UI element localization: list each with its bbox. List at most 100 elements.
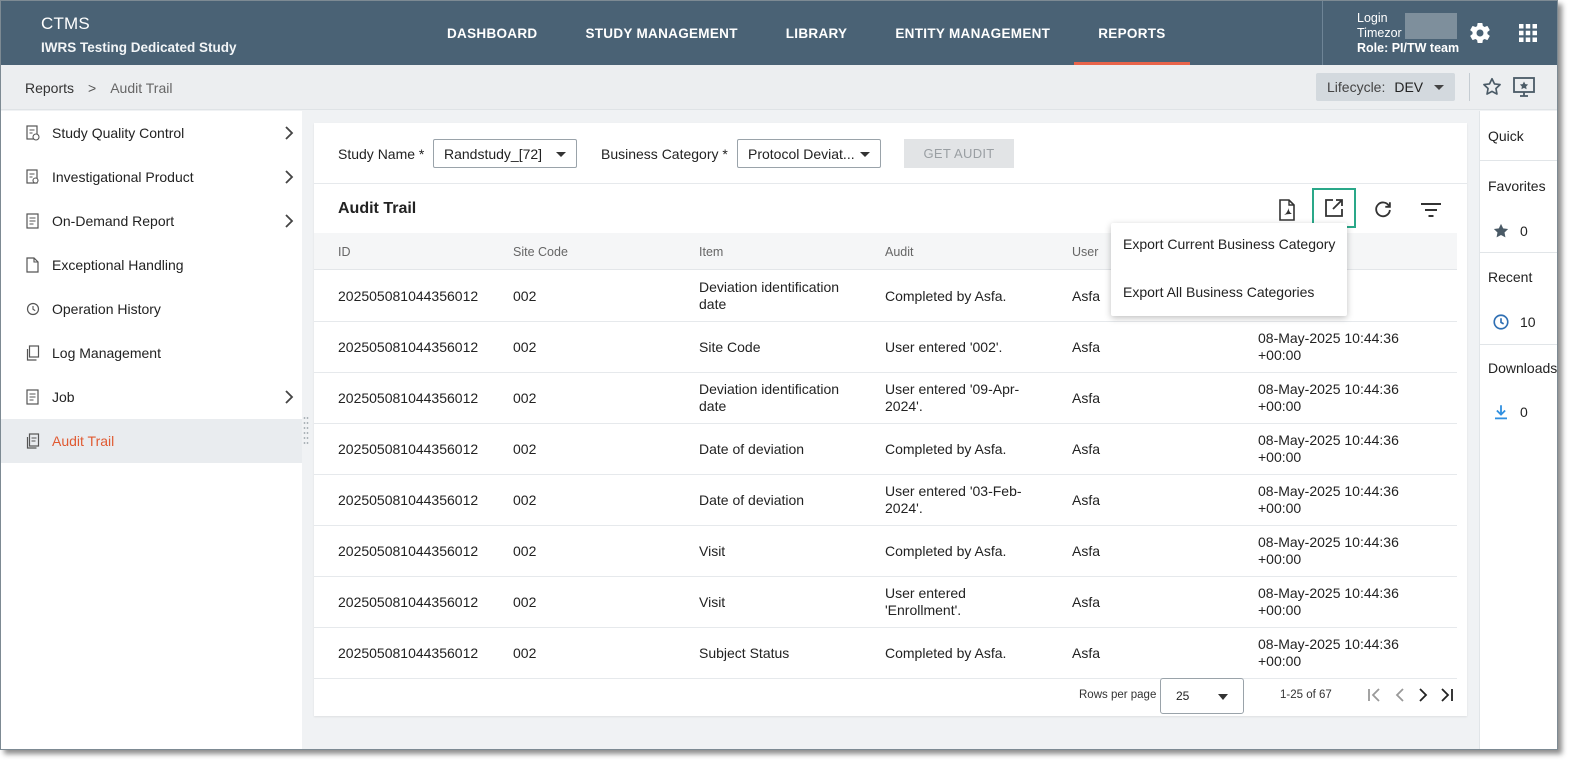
column-audit[interactable]: Audit [885,245,914,259]
get-audit-button[interactable]: GET AUDIT [904,139,1014,168]
favorites-section[interactable]: Favorites 0 [1480,162,1557,253]
cell-id: 202505081044356012 [338,441,479,457]
export-menu: Export Current Business Category Export … [1111,223,1347,316]
sidebar-item-study-quality-control[interactable]: Study Quality Control [1,111,302,155]
column-user[interactable]: User [1072,245,1098,259]
previous-page-icon[interactable] [1392,687,1408,703]
sidebar-item-label: Exceptional Handling [52,257,184,273]
cell-audit-line: 'Enrollment'. [885,602,962,618]
downloads-section[interactable]: Downloads 0 [1480,346,1557,436]
cell-timestamp-line: +00:00 [1258,551,1302,567]
column-item[interactable]: Item [699,245,723,259]
cell-timestamp: 08-May-2025 10:44:36 +00:00 [1258,534,1399,568]
cell-item-line: Visit [699,543,726,559]
cell-id: 202505081044356012 [338,492,479,508]
filter-icon [1421,203,1441,217]
study-name-label: Study Name * [338,146,425,162]
pdf-export-button[interactable] [1272,195,1302,225]
sidebar-item-on-demand-report[interactable]: On-Demand Report [1,199,302,243]
export-button[interactable] [1312,188,1356,228]
column-id[interactable]: ID [338,245,351,259]
cell-audit: Completed by Asfa. [885,645,1055,662]
caret-down-icon [1434,84,1445,90]
breadcrumb-reports[interactable]: Reports [25,80,74,96]
recent-count: 10 [1520,314,1536,330]
business-category-select[interactable]: Protocol Deviat... [737,139,881,168]
cell-site-code: 002 [513,339,537,355]
table-row[interactable]: 202505081044356012 002 Deviation identific… [314,373,1457,424]
export-all-categories-item[interactable]: Export All Business Categories [1123,284,1314,300]
favorites-label: Favorites [1488,178,1546,194]
presentation-icon[interactable] [1512,76,1536,98]
sidebar-item-label: Audit Trail [52,433,115,449]
last-page-icon[interactable] [1439,687,1455,703]
study-name-select[interactable]: Randstudy_[72] [433,139,577,168]
export-current-category-item[interactable]: Export Current Business Category [1123,236,1335,252]
cell-item-line: Subject Status [699,645,790,661]
sidebar-item-label: Job [52,389,75,405]
sidebar-item-operation-history[interactable]: Operation History [1,287,302,331]
cell-audit-line: Completed by Asfa. [885,645,1007,661]
cell-user: Asfa [1072,645,1101,661]
cell-user: Asfa [1072,543,1101,559]
table-row[interactable]: 202505081044356012 002 Visit Completed by A… [314,526,1457,577]
apps-grid-icon[interactable] [1516,21,1540,45]
cell-item-line: date [699,398,727,414]
cell-item: Deviation identification date [699,279,869,313]
app-name: CTMS [41,14,90,33]
pdf-export-icon [1279,199,1295,221]
cell-audit: User entered '002'. [885,339,1055,356]
quick-section[interactable]: Quick [1480,111,1557,161]
lifecycle-label: Lifecycle: [1327,79,1386,95]
star-outline-icon[interactable] [1481,76,1503,98]
cell-audit: User entered '03-Feb- 2024'. [885,483,1055,517]
first-page-icon[interactable] [1366,687,1382,703]
sidebar-item-job[interactable]: Job [1,375,302,419]
nav-reports[interactable]: REPORTS [1074,1,1190,65]
lifecycle-select[interactable]: Lifecycle: DEV [1316,73,1455,101]
cell-timestamp-line: 08-May-2025 10:44:36 [1258,483,1399,499]
gear-icon[interactable] [1468,21,1492,45]
cell-item-line: Date of deviation [699,492,805,508]
nav-study-management[interactable]: STUDY MANAGEMENT [561,1,761,65]
study-name: IWRS Testing Dedicated Study [41,40,237,55]
cell-audit: Completed by Asfa. [885,543,1055,560]
nav-entity-management[interactable]: ENTITY MANAGEMENT [871,1,1074,65]
sidebar-item-exceptional-handling[interactable]: Exceptional Handling [1,243,302,287]
cell-timestamp-line: 08-May-2025 10:44:36 [1258,585,1399,601]
column-site-code[interactable]: Site Code [513,245,568,259]
table-row[interactable]: 202505081044356012 002 Date of deviation Us… [314,475,1457,526]
sidebar-item-audit-trail[interactable]: Audit Trail [1,419,302,463]
table-row[interactable]: 202505081044356012 002 Date of deviation Co… [314,424,1457,475]
cell-id: 202505081044356012 [338,339,479,355]
cell-timestamp: 08-May-2025 10:44:36 +00:00 [1258,330,1399,364]
rows-per-page-select[interactable]: 25 [1160,678,1244,714]
page-range: 1-25 of 67 [1280,689,1332,701]
audit-icon [26,433,40,449]
sidebar-item-investigational-product[interactable]: Investigational Product [1,155,302,199]
table-row[interactable]: 202505081044356012 002 Visit User entered 'E… [314,577,1457,628]
top-header: CTMS IWRS Testing Dedicated Study DASHBO… [1,1,1557,65]
table-row[interactable]: 202505081044356012 002 Site Code User enter… [314,322,1457,373]
recent-label: Recent [1488,269,1533,285]
cell-timestamp: 08-May-2025 10:44:36 +00:00 [1258,381,1399,415]
next-page-icon[interactable] [1415,687,1431,703]
table-row[interactable]: 202505081044356012 002 Subject Status Compl… [314,628,1457,679]
header-divider [1322,1,1323,65]
cell-user: Asfa [1072,288,1101,304]
cell-audit-line: Completed by Asfa. [885,288,1007,304]
cell-timestamp-line: +00:00 [1258,449,1302,465]
recent-section[interactable]: Recent 10 [1480,254,1557,345]
user-info[interactable]: Login Timezor Role: PI/TW team [1357,11,1459,56]
filter-button[interactable] [1416,195,1446,225]
resize-grip-icon[interactable] [303,415,309,447]
cell-item-line: date [699,296,727,312]
audit-trail-title: Audit Trail [338,200,417,217]
cell-audit-line: User entered [885,585,966,601]
nav-library[interactable]: LIBRARY [762,1,872,65]
nav-dashboard[interactable]: DASHBOARD [423,1,561,65]
refresh-button[interactable] [1368,195,1398,225]
sidebar-item-log-management[interactable]: Log Management [1,331,302,375]
brand: CTMS IWRS Testing Dedicated Study [41,14,237,55]
filter-bar: Study Name * Randstudy_[72] Business Cat… [314,123,1467,184]
